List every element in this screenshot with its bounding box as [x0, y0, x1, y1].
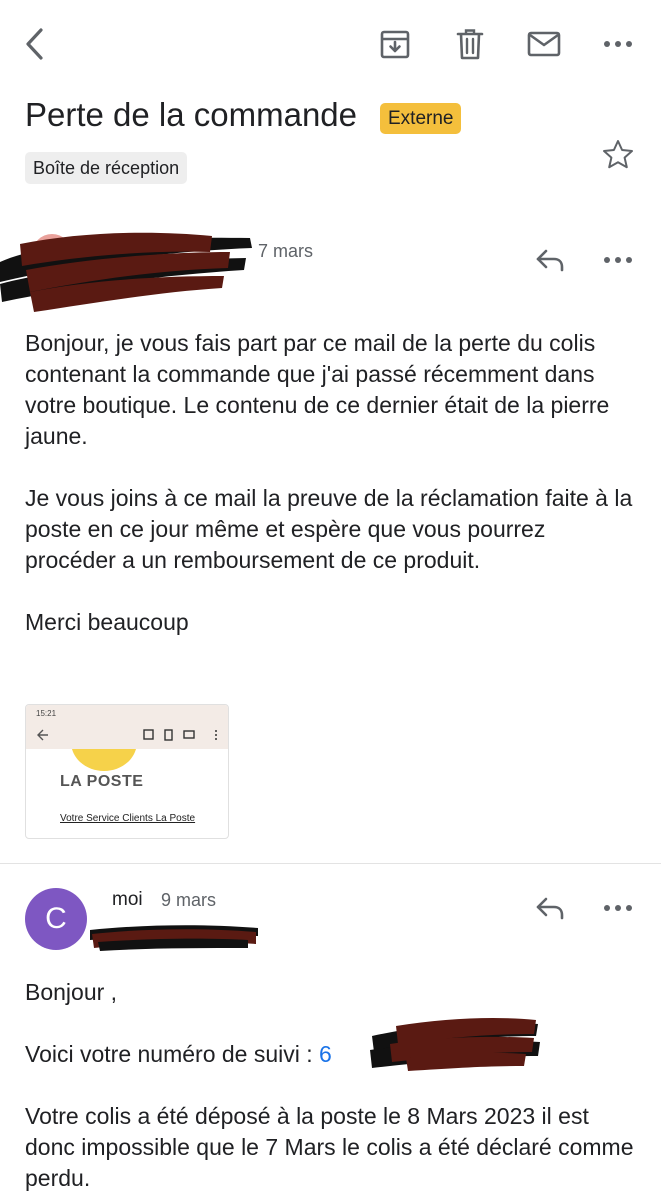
email-subject: Perte de la commande: [25, 96, 358, 133]
attachment-link-text: Votre Service Clients La Poste: [60, 813, 196, 824]
trash-icon: [456, 29, 484, 60]
star-outline-icon: [603, 140, 633, 169]
redacted-sender: [0, 232, 252, 312]
message-more-button[interactable]: [596, 888, 640, 928]
attachment-thumbnail[interactable]: 15:21 LA POSTE Votre Service Clients La …: [25, 704, 229, 839]
reply-button[interactable]: [528, 888, 572, 928]
attachment-toolbar-icons: [37, 729, 217, 741]
attachment-logo-text: LA POSTE: [60, 773, 144, 790]
tracking-label: Voici votre numéro de suivi :: [25, 1041, 313, 1067]
back-arrow-icon: [26, 28, 43, 60]
reply-icon: [536, 249, 564, 272]
archive-button[interactable]: [374, 24, 416, 64]
redacted-recipient: [90, 925, 258, 951]
mail-icon: [527, 31, 561, 57]
laposte-logo-shape: [72, 749, 136, 771]
message-body: Bonjour, je vous fais part par ce mail d…: [25, 328, 635, 638]
body-greeting: Bonjour ,: [25, 979, 118, 1005]
mark-unread-button[interactable]: [523, 24, 565, 64]
message-date: 7 mars: [258, 241, 314, 261]
more-options-button[interactable]: [596, 24, 640, 64]
message-more-button[interactable]: [596, 240, 640, 280]
attachment-header: 15:21: [26, 705, 228, 749]
sender-name: moi: [112, 889, 143, 910]
body-paragraph: Merci beaucoup: [25, 609, 189, 635]
message-body: Bonjour , Voici votre numéro de suivi : …: [25, 977, 635, 1194]
delete-button[interactable]: [450, 24, 490, 64]
body-paragraph: Je vous joins à ce mail la preuve de la …: [25, 485, 633, 573]
tracking-number-link[interactable]: 6: [319, 1041, 332, 1067]
star-button[interactable]: [598, 134, 638, 174]
reply-icon: [536, 897, 564, 920]
reply-button[interactable]: [528, 240, 572, 280]
tracking-line: Voici votre numéro de suivi : 6: [25, 1039, 635, 1070]
inbox-label[interactable]: Boîte de réception: [25, 152, 188, 184]
avatar: C: [25, 888, 87, 950]
archive-icon: [380, 30, 410, 59]
external-label: Externe: [380, 103, 462, 134]
body-paragraph: Votre colis a été déposé à la poste le 8…: [25, 1103, 634, 1191]
attachment-status-time: 15:21: [36, 709, 57, 718]
redacted-tracking-number: [370, 1018, 540, 1071]
more-horizontal-icon: [604, 257, 632, 263]
more-horizontal-icon: [604, 905, 632, 911]
body-paragraph: Bonjour, je vous fais part par ce mail d…: [25, 330, 610, 449]
message-divider: [0, 863, 661, 864]
back-button[interactable]: [14, 24, 54, 64]
message-date: 9 mars: [161, 890, 217, 910]
more-horizontal-icon: [604, 41, 632, 47]
